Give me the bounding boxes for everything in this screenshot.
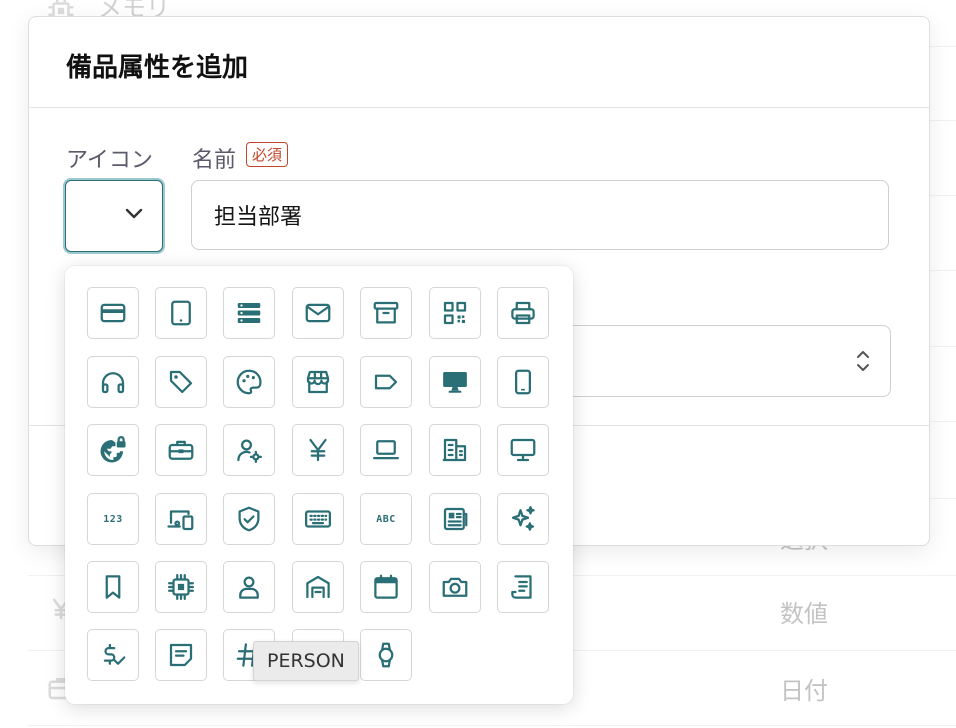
calendar-icon[interactable]	[360, 561, 412, 613]
user-settings-icon[interactable]	[223, 424, 275, 476]
icon-picker: 123 ABC	[65, 266, 573, 704]
newspaper-icon[interactable]	[429, 493, 481, 545]
name-field-label: 名前	[192, 148, 237, 173]
shield-check-icon[interactable]	[223, 493, 275, 545]
mail-icon[interactable]	[292, 287, 344, 339]
tablet-icon[interactable]	[155, 287, 207, 339]
keyboard-icon[interactable]	[292, 493, 344, 545]
dollar-check-icon[interactable]	[87, 629, 139, 681]
receipt-icon[interactable]	[497, 561, 549, 613]
warehouse-icon[interactable]	[292, 561, 344, 613]
globe-lock-icon[interactable]	[87, 424, 139, 476]
cpu-icon[interactable]	[155, 561, 207, 613]
toolbox-icon[interactable]	[155, 424, 207, 476]
required-badge: 必須	[246, 142, 289, 167]
building-icon[interactable]	[429, 424, 481, 476]
desktop-monitor-icon[interactable]	[429, 356, 481, 408]
palette-icon[interactable]	[223, 356, 275, 408]
name-input[interactable]	[191, 180, 889, 250]
watch-icon[interactable]	[360, 629, 412, 681]
dialog-title: 備品属性を追加	[66, 53, 249, 83]
camera-icon[interactable]	[429, 561, 481, 613]
archive-box-icon[interactable]	[360, 287, 412, 339]
tags-icon[interactable]	[155, 356, 207, 408]
label-tag-icon[interactable]	[360, 356, 412, 408]
person-icon[interactable]	[223, 561, 275, 613]
sparkles-icon[interactable]	[497, 493, 549, 545]
devices-icon[interactable]	[155, 493, 207, 545]
printer-icon[interactable]	[497, 287, 549, 339]
monitor-icon[interactable]	[497, 424, 549, 476]
yen-icon[interactable]	[292, 424, 344, 476]
bookmark-icon[interactable]	[87, 561, 139, 613]
storefront-icon[interactable]	[292, 356, 344, 408]
headphones-icon[interactable]	[87, 356, 139, 408]
chevron-updown-icon	[857, 351, 869, 371]
qr-code-icon[interactable]	[429, 287, 481, 339]
smartphone-icon[interactable]	[497, 356, 549, 408]
chevron-down-icon	[125, 208, 143, 219]
abc-text-icon[interactable]: ABC	[360, 493, 412, 545]
icon-field-label: アイコン	[66, 148, 153, 173]
server-list-icon[interactable]	[223, 287, 275, 339]
note-icon[interactable]	[155, 629, 207, 681]
laptop-icon[interactable]	[360, 424, 412, 476]
credit-card-icon[interactable]	[87, 287, 139, 339]
number-123-icon[interactable]: 123	[87, 493, 139, 545]
dialog-header: 備品属性を追加	[29, 17, 929, 108]
icon-tooltip: PERSON	[253, 641, 359, 681]
icon-select[interactable]	[65, 180, 163, 252]
